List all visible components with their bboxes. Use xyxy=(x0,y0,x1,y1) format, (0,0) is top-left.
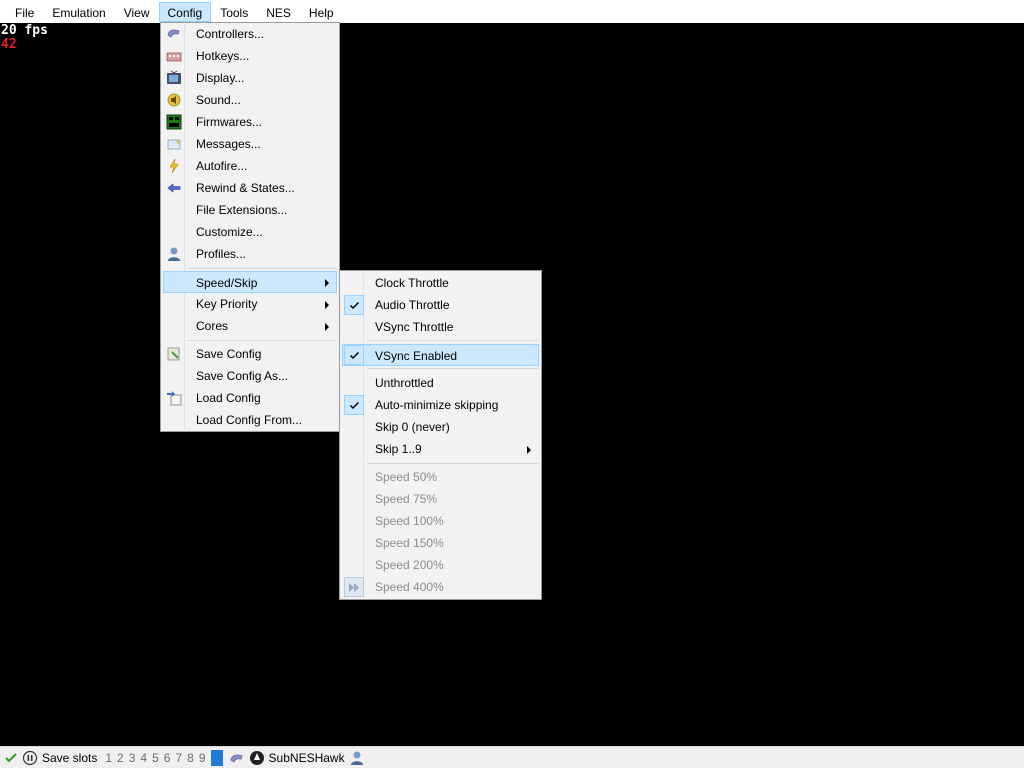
submenu-arrow-icon xyxy=(325,301,329,309)
gamepad-icon xyxy=(166,26,182,42)
menu-tools[interactable]: Tools xyxy=(211,2,257,22)
menu-item-rewind-states[interactable]: Rewind & States... xyxy=(163,177,337,199)
load-config-icon xyxy=(166,390,182,406)
user-icon xyxy=(166,246,182,262)
menu-item-save-config-as[interactable]: Save Config As... xyxy=(163,365,337,387)
lightning-icon xyxy=(166,158,182,174)
menu-item-speed-200[interactable]: Speed 200% xyxy=(342,554,539,576)
menu-help[interactable]: Help xyxy=(300,2,343,22)
save-slot-2[interactable]: 2 xyxy=(117,751,124,765)
menu-nes[interactable]: NES xyxy=(257,2,300,22)
save-slot-9[interactable]: 9 xyxy=(199,751,206,765)
fps-counter: 20 fps xyxy=(1,23,48,38)
submenu-arrow-icon xyxy=(325,279,329,287)
pause-button[interactable] xyxy=(22,750,38,766)
gamepad-icon[interactable] xyxy=(229,750,245,766)
save-slot-8[interactable]: 8 xyxy=(187,751,194,765)
speed-skip-submenu: Clock Throttle Audio Throttle VSync Thro… xyxy=(339,270,542,600)
save-slot-1[interactable]: 1 xyxy=(105,751,112,765)
menu-item-vsync-throttle[interactable]: VSync Throttle xyxy=(342,316,539,338)
menu-item-speed-150[interactable]: Speed 150% xyxy=(342,532,539,554)
menu-item-speed-75[interactable]: Speed 75% xyxy=(342,488,539,510)
menu-separator xyxy=(367,368,539,369)
menu-item-file-extensions[interactable]: File Extensions... xyxy=(163,199,337,221)
menu-item-controllers[interactable]: Controllers... xyxy=(163,23,337,45)
menu-view[interactable]: View xyxy=(115,2,159,22)
menu-bar: File Emulation View Config Tools NES Hel… xyxy=(0,0,1024,23)
menu-item-hotkeys[interactable]: Hotkeys... xyxy=(163,45,337,67)
save-slot-4[interactable]: 4 xyxy=(140,751,147,765)
menu-item-display[interactable]: Display... xyxy=(163,67,337,89)
menu-item-autofire[interactable]: Autofire... xyxy=(163,155,337,177)
menu-item-messages[interactable]: Messages... xyxy=(163,133,337,155)
config-menu: Controllers... Hotkeys... Display... Sou… xyxy=(160,22,340,432)
menu-item-firmwares[interactable]: Firmwares... xyxy=(163,111,337,133)
menu-item-speed-skip[interactable]: Speed/Skip xyxy=(163,271,337,293)
save-slot-7[interactable]: 7 xyxy=(175,751,182,765)
menu-emulation[interactable]: Emulation xyxy=(43,2,114,22)
checkmark-icon xyxy=(344,295,364,315)
menu-item-load-config-from[interactable]: Load Config From... xyxy=(163,409,337,431)
checkmark-status-icon xyxy=(4,751,18,765)
menu-item-speed-400[interactable]: Speed 400% xyxy=(342,576,539,598)
save-config-icon xyxy=(166,346,182,362)
menu-config[interactable]: Config xyxy=(158,1,212,22)
checkmark-icon xyxy=(344,345,364,365)
menu-item-skip-0[interactable]: Skip 0 (never) xyxy=(342,416,539,438)
menu-item-key-priority[interactable]: Key Priority xyxy=(163,293,337,315)
menu-item-speed-100[interactable]: Speed 100% xyxy=(342,510,539,532)
menu-item-auto-minimize-skipping[interactable]: Auto-minimize skipping xyxy=(342,394,539,416)
menu-item-load-config[interactable]: Load Config xyxy=(163,387,337,409)
save-slot-3[interactable]: 3 xyxy=(129,751,136,765)
menu-file[interactable]: File xyxy=(6,2,43,22)
core-icon xyxy=(249,750,265,766)
menu-separator xyxy=(367,463,539,464)
menu-item-vsync-enabled[interactable]: VSync Enabled xyxy=(342,344,539,366)
menu-item-cores[interactable]: Cores xyxy=(163,315,337,337)
menu-item-customize[interactable]: Customize... xyxy=(163,221,337,243)
save-slots-label: Save slots xyxy=(42,750,98,765)
menu-item-audio-throttle[interactable]: Audio Throttle xyxy=(342,294,539,316)
status-bar: Save slots 1 2 3 4 5 6 7 8 9 SubNESHawk xyxy=(0,746,1024,768)
keyboard-icon xyxy=(166,48,182,64)
submenu-arrow-icon xyxy=(325,323,329,331)
menu-separator xyxy=(188,340,337,341)
message-icon xyxy=(166,136,182,152)
menu-separator xyxy=(188,268,337,269)
save-slot-0-active[interactable] xyxy=(210,749,223,766)
fast-forward-icon xyxy=(344,577,364,597)
rewind-arrow-icon xyxy=(166,180,182,196)
menu-item-speed-50[interactable]: Speed 50% xyxy=(342,466,539,488)
lag-counter: 42 xyxy=(1,37,17,52)
menu-separator xyxy=(367,340,539,341)
menu-item-sound[interactable]: Sound... xyxy=(163,89,337,111)
tv-icon xyxy=(166,70,182,86)
menu-item-profiles[interactable]: Profiles... xyxy=(163,243,337,265)
user-icon[interactable] xyxy=(349,750,365,766)
save-slot-5[interactable]: 5 xyxy=(152,751,159,765)
menu-item-unthrottled[interactable]: Unthrottled xyxy=(342,372,539,394)
checkmark-icon xyxy=(344,395,364,415)
speaker-icon xyxy=(166,92,182,108)
menu-item-clock-throttle[interactable]: Clock Throttle xyxy=(342,272,539,294)
menu-item-skip-1-9[interactable]: Skip 1..9 xyxy=(342,438,539,460)
menu-item-save-config[interactable]: Save Config xyxy=(163,343,337,365)
submenu-arrow-icon xyxy=(527,446,531,454)
save-slot-6[interactable]: 6 xyxy=(164,751,171,765)
core-name[interactable]: SubNESHawk xyxy=(269,751,345,765)
chip-icon xyxy=(166,114,182,130)
